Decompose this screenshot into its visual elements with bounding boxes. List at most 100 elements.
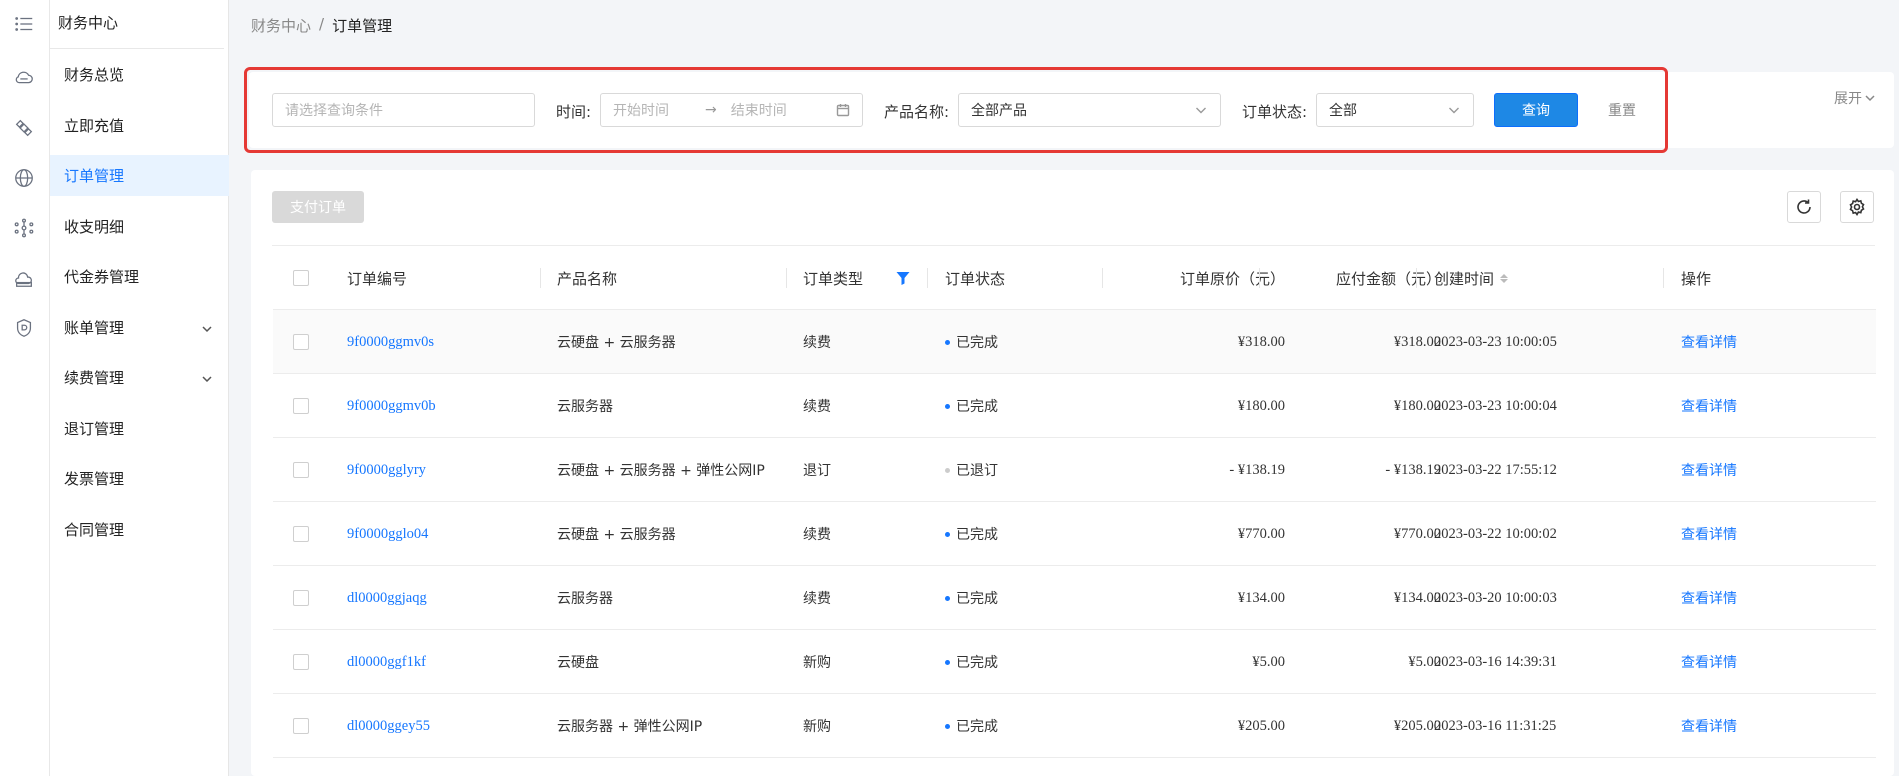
order-status-label: 订单状态:: [1242, 103, 1308, 121]
status-dot-icon: [945, 467, 950, 473]
order-status: 已完成: [945, 566, 998, 630]
header-product: 产品名称: [557, 269, 618, 288]
table-row[interactable]: 9f0000ggmv0s 云硬盘 + 云服务器 续费 已完成 ¥318.00 ¥318.0…: [273, 310, 1876, 374]
row-checkbox[interactable]: [293, 462, 309, 478]
select-all-checkbox[interactable]: [293, 270, 309, 286]
sidebar-item-label: 发票管理: [64, 470, 125, 488]
table-row[interactable]: dl0000ggf1kf 云硬盘 新购 已完成 ¥5.00 ¥5.00 2023-03-16…: [273, 630, 1876, 694]
row-checkbox[interactable]: [293, 398, 309, 414]
query-condition-select[interactable]: 请选择查询条件: [272, 93, 535, 127]
product-select[interactable]: 全部产品: [958, 93, 1221, 127]
chevron-down-icon: [1447, 103, 1461, 117]
order-id-link[interactable]: 9f0000ggmv0b: [347, 374, 436, 438]
row-checkbox[interactable]: [293, 718, 309, 734]
pay-order-button[interactable]: 支付订单: [272, 191, 364, 223]
table-header-row: 订单编号 产品名称 订单类型 订单状态 订单原价（元） 应付金额（元） 创建时间…: [273, 246, 1876, 310]
settings-button[interactable]: [1840, 191, 1874, 223]
order-id-link[interactable]: dl0000ggf1kf: [347, 630, 426, 694]
order-type: 续费: [803, 591, 831, 607]
table-row[interactable]: 9f0000gglyry 云硬盘 + 云服务器 + 弹性公网IP 退订 已退订 - ¥1…: [273, 438, 1876, 502]
table-row[interactable]: 9f0000ggmv0b 云服务器 续费 已完成 ¥180.00 ¥180.00 2023-…: [273, 374, 1876, 438]
product-name: 云硬盘: [557, 655, 599, 671]
sidebar-item-invoices[interactable]: 发票管理: [50, 458, 229, 499]
refresh-button[interactable]: [1787, 191, 1821, 223]
sidebar-item-transactions[interactable]: 收支明细: [50, 206, 229, 247]
breadcrumb-separator: /: [319, 15, 325, 33]
sidebar-item-label: 订单管理: [64, 167, 125, 185]
created-time: 2023-03-22 17:55:12: [1434, 461, 1557, 478]
header-order-id: 订单编号: [347, 269, 408, 288]
sidebar-item-unsubscribe[interactable]: 退订管理: [50, 408, 229, 449]
header-action: 操作: [1681, 269, 1712, 288]
view-details-link[interactable]: 查看详情: [1681, 630, 1737, 694]
view-details-link[interactable]: 查看详情: [1681, 694, 1737, 758]
order-id-link[interactable]: dl0000ggey55: [347, 694, 430, 758]
end-time-input[interactable]: 结束时间: [731, 100, 787, 120]
reset-button[interactable]: 重置: [1600, 93, 1644, 127]
table-row[interactable]: dl0000ggey55 云服务器 + 弹性公网IP 新购 已完成 ¥205.00 ¥20…: [273, 694, 1876, 758]
start-time-input[interactable]: 开始时间: [613, 100, 669, 120]
cloud-storage-icon[interactable]: [12, 266, 36, 290]
view-details-link[interactable]: 查看详情: [1681, 502, 1737, 566]
original-price: ¥770.00: [1237, 525, 1285, 542]
filter-icon[interactable]: [895, 246, 911, 310]
header-order-type: 订单类型: [803, 269, 864, 288]
sidebar-item-recharge[interactable]: 立即充值: [50, 105, 229, 146]
expand-label: 展开: [1834, 91, 1862, 107]
network-icon[interactable]: [12, 216, 36, 240]
satellite-icon[interactable]: [12, 116, 36, 140]
menu-icon[interactable]: [12, 12, 36, 36]
original-price: ¥5.00: [1252, 653, 1285, 670]
order-status-select[interactable]: 全部: [1316, 93, 1474, 127]
chevron-down-icon: [1865, 95, 1875, 102]
payable-amount: ¥134.00: [1393, 589, 1441, 606]
search-button[interactable]: 查询: [1494, 93, 1578, 127]
sidebar-item-label: 续费管理: [64, 369, 125, 387]
header-created-time[interactable]: 创建时间: [1434, 246, 1509, 310]
row-checkbox[interactable]: [293, 334, 309, 350]
sidebar-item-label: 退订管理: [64, 420, 125, 438]
status-text: 已完成: [956, 335, 998, 351]
breadcrumb-root[interactable]: 财务中心: [251, 15, 311, 36]
view-details-link[interactable]: 查看详情: [1681, 310, 1737, 374]
breadcrumb: 财务中心 / 订单管理: [251, 15, 392, 36]
cloud-icon[interactable]: [12, 66, 36, 90]
sort-icon[interactable]: [1500, 273, 1509, 283]
order-id-link[interactable]: dl0000ggjaqg: [347, 566, 427, 630]
view-details-link[interactable]: 查看详情: [1681, 438, 1737, 502]
row-checkbox[interactable]: [293, 654, 309, 670]
order-type: 退订: [803, 463, 831, 479]
sidebar-divider: [50, 48, 224, 49]
payable-amount: ¥180.00: [1393, 397, 1441, 414]
sidebar-item-renewals[interactable]: 续费管理: [50, 357, 229, 398]
expand-toggle[interactable]: 展开: [1834, 88, 1876, 108]
table-row[interactable]: 9f0000gglo04 云硬盘 + 云服务器 续费 已完成 ¥770.00 ¥770.0…: [273, 502, 1876, 566]
sidebar-item-contracts[interactable]: 合同管理: [50, 509, 229, 550]
globe-icon[interactable]: [12, 166, 36, 190]
order-id-link[interactable]: 9f0000gglyry: [347, 438, 426, 502]
product-name: 云硬盘 + 云服务器 + 弹性公网IP: [557, 463, 765, 479]
sidebar-item-label: 合同管理: [64, 521, 125, 539]
sidebar-item-vouchers[interactable]: 代金券管理: [50, 256, 229, 297]
sidebar-item-bills[interactable]: 账单管理: [50, 307, 229, 348]
time-label: 时间:: [556, 103, 592, 121]
date-range-picker[interactable]: 开始时间 → 结束时间: [600, 93, 863, 127]
original-price: ¥205.00: [1237, 717, 1285, 734]
created-time: 2023-03-16 14:39:31: [1434, 653, 1557, 670]
order-status: 已完成: [945, 630, 998, 694]
header-order-status: 订单状态: [945, 269, 1006, 288]
view-details-link[interactable]: 查看详情: [1681, 374, 1737, 438]
payable-amount: ¥205.00: [1393, 717, 1441, 734]
row-checkbox[interactable]: [293, 526, 309, 542]
chevron-down-icon: [201, 321, 213, 333]
payable-amount: - ¥138.19: [1385, 461, 1441, 478]
sidebar-item-orders[interactable]: 订单管理: [50, 155, 229, 196]
order-id-link[interactable]: 9f0000gglo04: [347, 502, 428, 566]
table-row[interactable]: dl0000ggjaqg 云服务器 续费 已完成 ¥134.00 ¥134.00 2023-…: [273, 566, 1876, 630]
row-checkbox[interactable]: [293, 590, 309, 606]
shield-icon[interactable]: [12, 316, 36, 340]
view-details-link[interactable]: 查看详情: [1681, 566, 1737, 630]
order-id-link[interactable]: 9f0000ggmv0s: [347, 310, 434, 374]
created-time: 2023-03-23 10:00:04: [1434, 397, 1557, 414]
sidebar-item-overview[interactable]: 财务总览: [50, 54, 229, 95]
